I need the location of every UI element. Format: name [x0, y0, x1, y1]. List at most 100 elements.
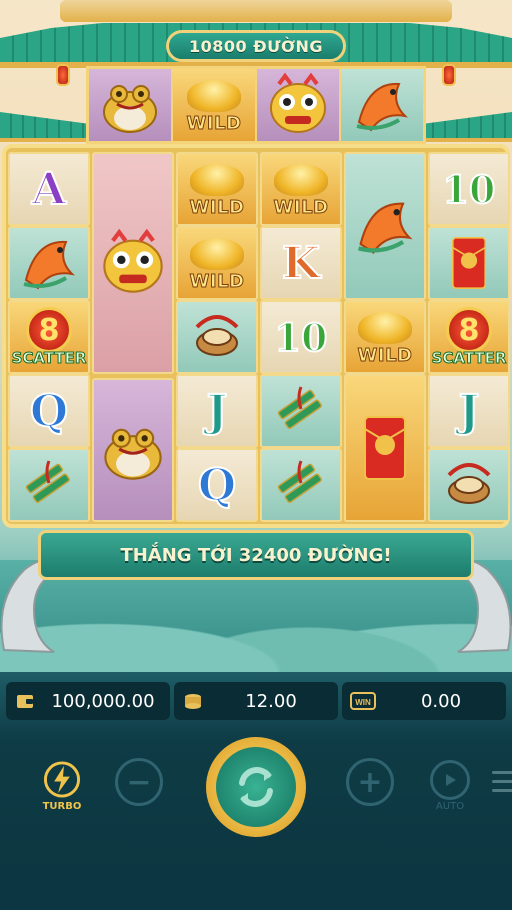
- wallet-icon: [17, 695, 33, 708]
- wild-symbol: WILD: [264, 160, 338, 219]
- scatter-number: 8: [26, 307, 72, 353]
- firecrackers-icon: [277, 460, 322, 503]
- gold-ingot-icon: [190, 238, 244, 270]
- cell-firecrackers: [8, 448, 90, 522]
- reel-board: A 8 SCATTER Q WILD WILD J Q WILD K 10 WI…: [2, 144, 510, 528]
- balance-value: 100,000.00: [51, 690, 155, 712]
- letter-k-symbol: K: [281, 237, 321, 290]
- auto-label: AUTO: [435, 801, 465, 812]
- cell-letter-j: J: [428, 374, 510, 448]
- top-cell-golden-toad: [89, 69, 173, 141]
- minus-icon: −: [115, 758, 163, 806]
- refresh-arrows-icon: [239, 767, 273, 807]
- wild-symbol: WILD: [180, 234, 254, 293]
- wild-label: WILD: [189, 197, 245, 219]
- bet-display: 12.00: [174, 682, 338, 720]
- letter-j-symbol: J: [458, 385, 481, 438]
- win-badge-text: WIN: [355, 698, 371, 707]
- letter-a-symbol: A: [31, 163, 67, 216]
- top-cell-lion-dance: [257, 69, 341, 141]
- win-message-text: THẮNG TỚI 32400 ĐƯỜNG!: [120, 544, 392, 566]
- letter-q-symbol: Q: [29, 385, 69, 438]
- cell-koi-tall: [344, 152, 426, 300]
- ways-text: 10800 ĐƯỜNG: [188, 36, 323, 56]
- scatter-symbol: 8 SCATTER: [10, 302, 88, 372]
- scatter-number: 8: [446, 307, 492, 353]
- wild-label: WILD: [189, 271, 245, 293]
- cell-wild: WILD: [344, 300, 426, 374]
- cell-red-envelope: [428, 226, 510, 300]
- decrease-bet-button[interactable]: −: [115, 758, 163, 806]
- cell-scatter: 8 SCATTER: [428, 300, 510, 374]
- cell-scatter: 8 SCATTER: [8, 300, 90, 374]
- gold-ingot-icon: [187, 80, 241, 112]
- ten-symbol: 10: [442, 166, 497, 213]
- cell-wild: WILD: [176, 226, 258, 300]
- lion-dance-head-icon: [270, 72, 326, 133]
- wild-symbol: WILD: [177, 76, 251, 135]
- bet-value: 12.00: [245, 690, 297, 712]
- wild-label: WILD: [273, 197, 329, 219]
- cell-drum: [428, 448, 510, 522]
- cell-red-envelope-tall: [344, 374, 426, 522]
- letter-q-symbol: Q: [197, 459, 237, 512]
- win-message-banner: THẮNG TỚI 32400 ĐƯỜNG!: [38, 530, 474, 580]
- ways-banner: 10800 ĐƯỜNG: [166, 30, 346, 62]
- cell-wild: WILD: [260, 152, 342, 226]
- autoplay-button[interactable]: AUTO: [426, 760, 474, 812]
- menu-icon-bar: [492, 788, 512, 792]
- play-icon: [430, 760, 470, 800]
- golden-toad-icon: [103, 85, 157, 133]
- top-cell-koi: [341, 69, 423, 141]
- koi-fish-icon: [23, 240, 75, 290]
- menu-icon-bar: [492, 770, 512, 774]
- cell-koi: [8, 226, 90, 300]
- scatter-symbol: 8 SCATTER: [430, 302, 508, 372]
- cell-ten: 10: [428, 152, 510, 226]
- wild-symbol: WILD: [348, 308, 422, 367]
- win-display: WIN 0.00: [342, 682, 506, 720]
- cell-letter-a: A: [8, 152, 90, 226]
- cell-letter-q: Q: [8, 374, 90, 448]
- cell-drum: [176, 300, 258, 374]
- cell-lion-dance-tall: [92, 152, 174, 374]
- cell-letter-j: J: [176, 374, 258, 448]
- wild-label: WILD: [186, 113, 242, 135]
- top-cell-wild: WILD: [173, 69, 257, 141]
- gold-ingot-icon: [274, 164, 328, 196]
- gold-ingot-icon: [190, 164, 244, 196]
- cell-golden-toad-tall: [92, 378, 174, 522]
- menu-button[interactable]: [492, 766, 512, 796]
- drum-hat-icon: [447, 463, 491, 504]
- increase-bet-button[interactable]: +: [346, 758, 394, 806]
- scatter-label: SCATTER: [431, 349, 507, 368]
- wild-symbol: WILD: [180, 160, 254, 219]
- top-reel: WILD: [86, 66, 426, 144]
- gold-ingot-icon: [358, 312, 412, 344]
- cell-letter-q: Q: [176, 448, 258, 522]
- drum-hat-icon: [195, 315, 239, 356]
- letter-j-symbol: J: [206, 385, 229, 438]
- wild-label: WILD: [357, 345, 413, 367]
- turbo-button[interactable]: TURBO: [36, 760, 88, 812]
- spin-button[interactable]: [206, 737, 306, 837]
- coin-stack-icon: [185, 694, 201, 709]
- spin-button-inner: [216, 747, 296, 827]
- plus-icon: +: [346, 758, 394, 806]
- firecrackers-icon: [277, 386, 322, 429]
- scatter-label: SCATTER: [11, 349, 87, 368]
- cell-firecrackers: [260, 448, 342, 522]
- firecrackers-icon: [25, 460, 70, 503]
- cell-letter-k: K: [260, 226, 342, 300]
- lantern-icon: [56, 64, 70, 86]
- cell-wild: WILD: [176, 152, 258, 226]
- roof-ridge: [60, 0, 452, 22]
- red-envelope-icon: [451, 237, 487, 289]
- red-envelope-icon: [364, 416, 406, 480]
- win-badge-icon: WIN: [350, 692, 376, 710]
- ten-symbol: 10: [274, 314, 329, 361]
- lion-dance-head-icon: [103, 228, 163, 293]
- golden-toad-icon: [104, 428, 162, 480]
- koi-fish-icon: [356, 82, 408, 132]
- lightning-icon: [43, 761, 81, 798]
